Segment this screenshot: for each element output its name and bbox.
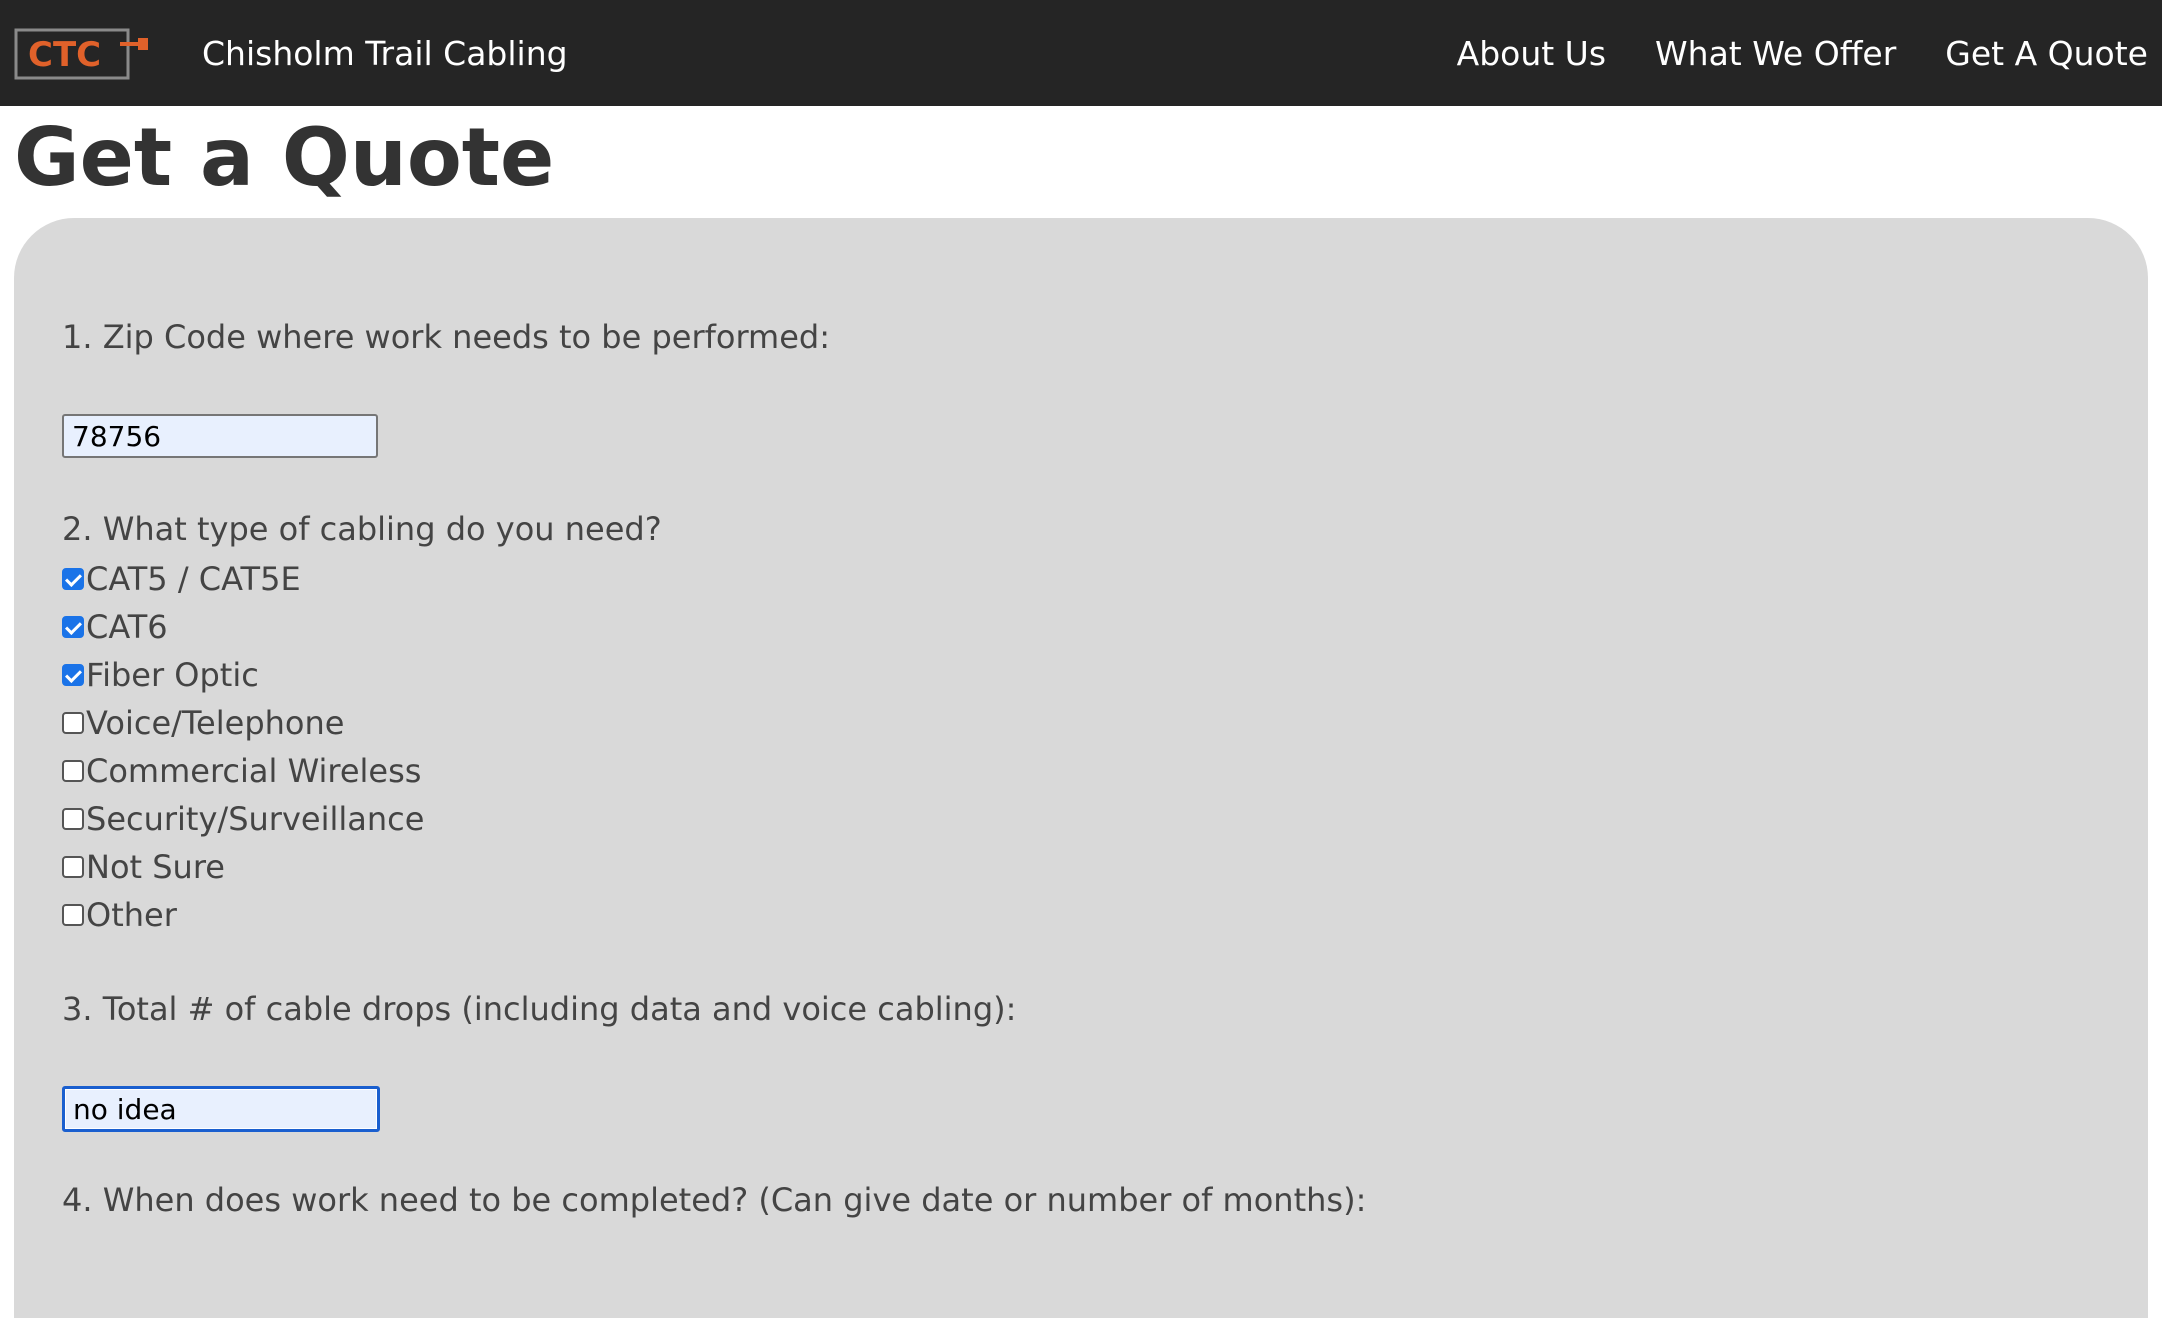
cat5-label[interactable]: CAT5 / CAT5E	[86, 560, 301, 598]
cable-drops-label: 3. Total # of cable drops (including dat…	[62, 990, 1017, 1028]
cat5-checkbox[interactable]	[62, 568, 84, 590]
voice-telephone-label[interactable]: Voice/Telephone	[86, 704, 344, 742]
nav-get-a-quote[interactable]: Get A Quote	[1945, 34, 2148, 73]
not-sure-label[interactable]: Not Sure	[86, 848, 225, 886]
cabling-option-not-sure[interactable]: Not Sure	[62, 845, 225, 889]
fiber-optic-checkbox[interactable]	[62, 664, 84, 686]
ctc-logo[interactable]: CTC	[14, 26, 150, 82]
commercial-wireless-checkbox[interactable]	[62, 760, 84, 782]
top-navbar: CTC Chisholm Trail Cabling About Us What…	[0, 0, 2162, 106]
completion-date-label: 4. When does work need to be completed? …	[62, 1181, 1367, 1219]
cabling-option-wireless[interactable]: Commercial Wireless	[62, 749, 421, 793]
voice-telephone-checkbox[interactable]	[62, 712, 84, 734]
cable-drops-input[interactable]	[62, 1086, 380, 1132]
security-surveillance-checkbox[interactable]	[62, 808, 84, 830]
cat6-label[interactable]: CAT6	[86, 608, 168, 646]
cat6-checkbox[interactable]	[62, 616, 84, 638]
other-checkbox[interactable]	[62, 904, 84, 926]
cabling-option-cat5[interactable]: CAT5 / CAT5E	[62, 557, 301, 601]
page-title: Get a Quote	[14, 111, 555, 204]
cabling-type-label: 2. What type of cabling do you need?	[62, 510, 662, 548]
cabling-option-other[interactable]: Other	[62, 893, 177, 937]
nav-what-we-offer[interactable]: What We Offer	[1655, 34, 1896, 73]
cabling-option-voice[interactable]: Voice/Telephone	[62, 701, 344, 745]
commercial-wireless-label[interactable]: Commercial Wireless	[86, 752, 421, 790]
logo-text: CTC	[28, 35, 101, 75]
zip-code-label: 1. Zip Code where work needs to be perfo…	[62, 318, 830, 356]
security-surveillance-label[interactable]: Security/Surveillance	[86, 800, 424, 838]
not-sure-checkbox[interactable]	[62, 856, 84, 878]
other-label[interactable]: Other	[86, 896, 177, 934]
cabling-option-cat6[interactable]: CAT6	[62, 605, 168, 649]
nav-links: About Us What We Offer Get A Quote	[1457, 34, 2148, 73]
cabling-option-fiber[interactable]: Fiber Optic	[62, 653, 259, 697]
zip-code-input[interactable]	[62, 414, 378, 458]
cabling-option-security[interactable]: Security/Surveillance	[62, 797, 424, 841]
nav-about-us[interactable]: About Us	[1457, 34, 1606, 73]
fiber-optic-label[interactable]: Fiber Optic	[86, 656, 259, 694]
brand-name[interactable]: Chisholm Trail Cabling	[202, 34, 568, 73]
